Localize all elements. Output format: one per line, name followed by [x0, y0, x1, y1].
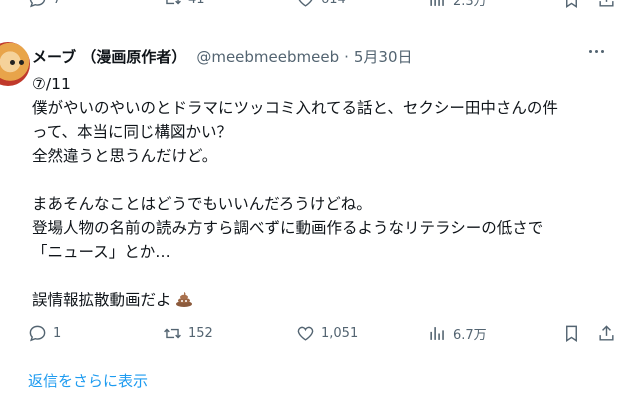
like-button[interactable]: 1,051 [296, 324, 358, 343]
prev-retweet-button[interactable]: 41 [163, 0, 205, 9]
bookmark-button[interactable] [562, 324, 581, 343]
prev-reply-button[interactable]: 7 [28, 0, 61, 9]
tweet-header: メーブ （漫画原作者） @meebmeebmeeb · 5月30日 [32, 46, 413, 67]
tweet-actions: 1 152 1,051 6.7万 [0, 324, 620, 346]
text-line: 登場人物の名前の読み方すら調べずに動画作るようなリテラシーの低さで [32, 219, 544, 237]
retweet-icon [166, 0, 181, 5]
text-line-last: 誤情報拡散動画だよ [32, 288, 612, 312]
text-line: 僕がやいのやいのとドラマにツッコミ入れてる話と、セクシー田中さんの件 [32, 99, 558, 117]
show-more-replies-link[interactable]: 返信をさらに表示 [28, 370, 148, 391]
prev-views-button[interactable]: 2.3万 [428, 0, 487, 9]
like-icon [298, 0, 313, 7]
reply-button[interactable]: 1 [28, 324, 61, 343]
text-line: まあそんなことはどうでもいいんだろうけどね。 [32, 195, 372, 213]
views-count: 6.7万 [453, 328, 487, 343]
views-button[interactable]: 6.7万 [428, 324, 487, 343]
avatar[interactable] [0, 42, 30, 86]
avatar-eye [10, 60, 15, 65]
tweet-date[interactable]: 5月30日 [354, 46, 413, 67]
prev-views-count: 2.3万 [453, 0, 487, 9]
views-icon [430, 0, 444, 6]
like-icon [297, 326, 314, 341]
share-button[interactable] [597, 324, 616, 343]
retweet-count: 152 [188, 326, 213, 341]
reply-icon [29, 0, 46, 8]
prev-bookmark-button[interactable] [562, 0, 581, 9]
bookmark-icon [566, 325, 577, 342]
prev-like-button[interactable]: 614 [296, 0, 346, 9]
text-line: って、本当に同じ構図かい？ [32, 123, 232, 141]
text-line: 誤情報拡散動画だよ [32, 291, 172, 309]
retweet-button[interactable]: 152 [163, 324, 213, 343]
like-count: 1,051 [321, 326, 359, 341]
bookmark-icon [566, 0, 577, 8]
tweet-text: ⑦/11 僕がやいのやいのとドラマにツッコミ入れてる話と、セクシー田中さんの件 … [32, 72, 612, 312]
avatar-eye [19, 60, 24, 65]
separator-dot: · [344, 47, 349, 66]
prev-retweet-count: 41 [188, 0, 205, 7]
reply-icon [29, 325, 46, 342]
reply-count: 1 [53, 326, 62, 341]
prev-like-count: 614 [321, 0, 346, 7]
share-icon [599, 0, 614, 7]
text-line: 全然違うと思うんだけど。 [32, 147, 218, 165]
prev-share-button[interactable] [597, 0, 616, 9]
previous-tweet-actions: 7 41 614 2.3万 [0, 0, 620, 12]
prev-reply-count: 7 [53, 0, 61, 7]
share-icon [599, 325, 614, 341]
text-line: 「ニュース」とか… [32, 243, 171, 261]
retweet-icon [164, 328, 181, 339]
author-name[interactable]: メーブ （漫画原作者） [32, 46, 186, 67]
thread-counter: ⑦/11 [32, 75, 71, 93]
views-icon [430, 327, 444, 340]
more-options-icon[interactable] [589, 50, 604, 53]
poop-emoji-icon [175, 292, 192, 307]
author-handle[interactable]: @meebmeebmeeb [196, 48, 339, 66]
